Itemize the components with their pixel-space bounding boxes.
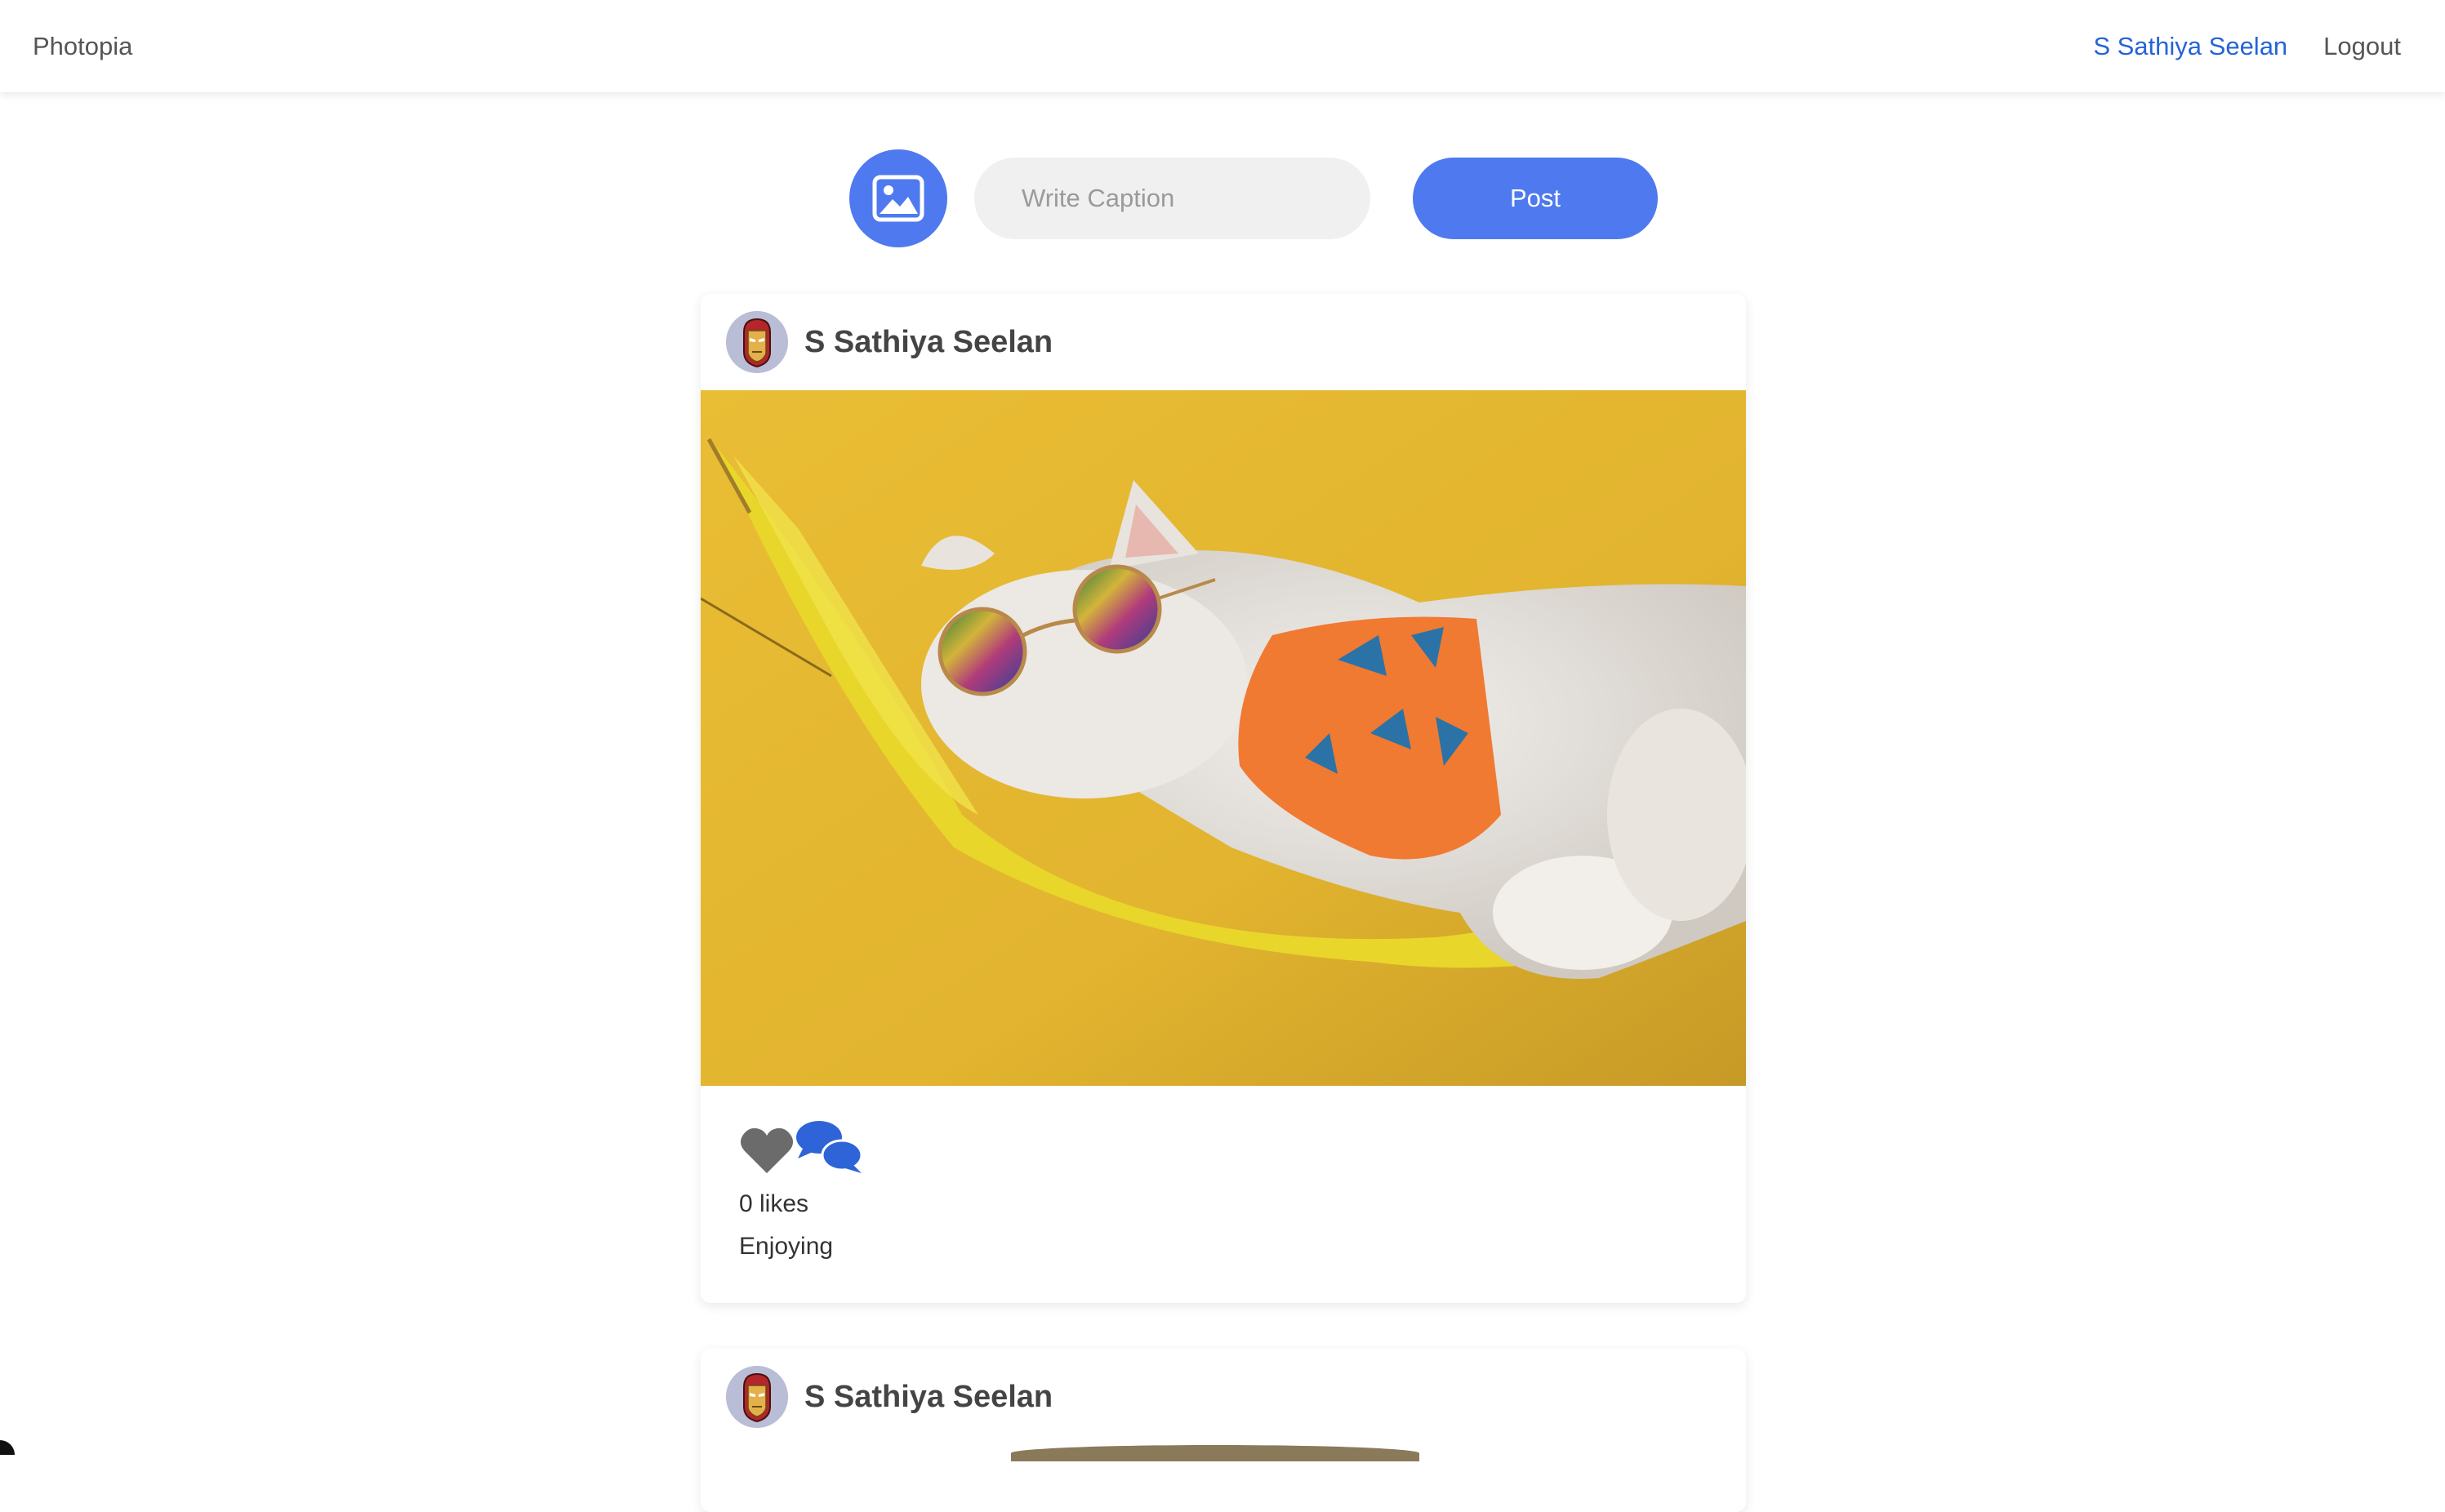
post-footer: 0 likes Enjoying: [701, 1086, 1746, 1261]
caption-input[interactable]: [974, 158, 1370, 239]
post-card: S Sathiya Seelan: [701, 294, 1746, 1303]
logout-link[interactable]: Logout: [2323, 32, 2401, 61]
post-card: S Sathiya Seelan: [701, 1349, 1746, 1512]
post-image: [701, 390, 1746, 1086]
iron-man-avatar-icon: [726, 311, 788, 373]
post-header: S Sathiya Seelan: [701, 1349, 1746, 1445]
likes-count: 0 likes: [739, 1190, 1746, 1218]
navbar: Photopia S Sathiya Seelan Logout: [0, 0, 2445, 92]
post-composer: Post: [849, 149, 1658, 247]
window-corner: [0, 1440, 15, 1455]
nav-right: S Sathiya Seelan Logout: [2093, 32, 2401, 61]
post-image: [1011, 1445, 1419, 1461]
post-author[interactable]: S Sathiya Seelan: [804, 1380, 1053, 1415]
post-author[interactable]: S Sathiya Seelan: [804, 325, 1053, 360]
iron-man-avatar-icon: [726, 1366, 788, 1428]
post-header: S Sathiya Seelan: [701, 294, 1746, 390]
like-button[interactable]: [739, 1126, 795, 1179]
image-icon: [872, 175, 924, 222]
avatar: [726, 1366, 788, 1428]
post-caption: Enjoying: [739, 1233, 1746, 1261]
comment-button[interactable]: [795, 1119, 863, 1179]
profile-link[interactable]: S Sathiya Seelan: [2093, 32, 2287, 61]
post-actions: [739, 1123, 1746, 1179]
upload-image-button[interactable]: [849, 149, 947, 247]
avatar: [726, 311, 788, 373]
comments-icon: [795, 1119, 863, 1175]
post-button[interactable]: Post: [1413, 158, 1658, 239]
brand-link[interactable]: Photopia: [33, 32, 132, 61]
heart-icon: [739, 1126, 795, 1175]
